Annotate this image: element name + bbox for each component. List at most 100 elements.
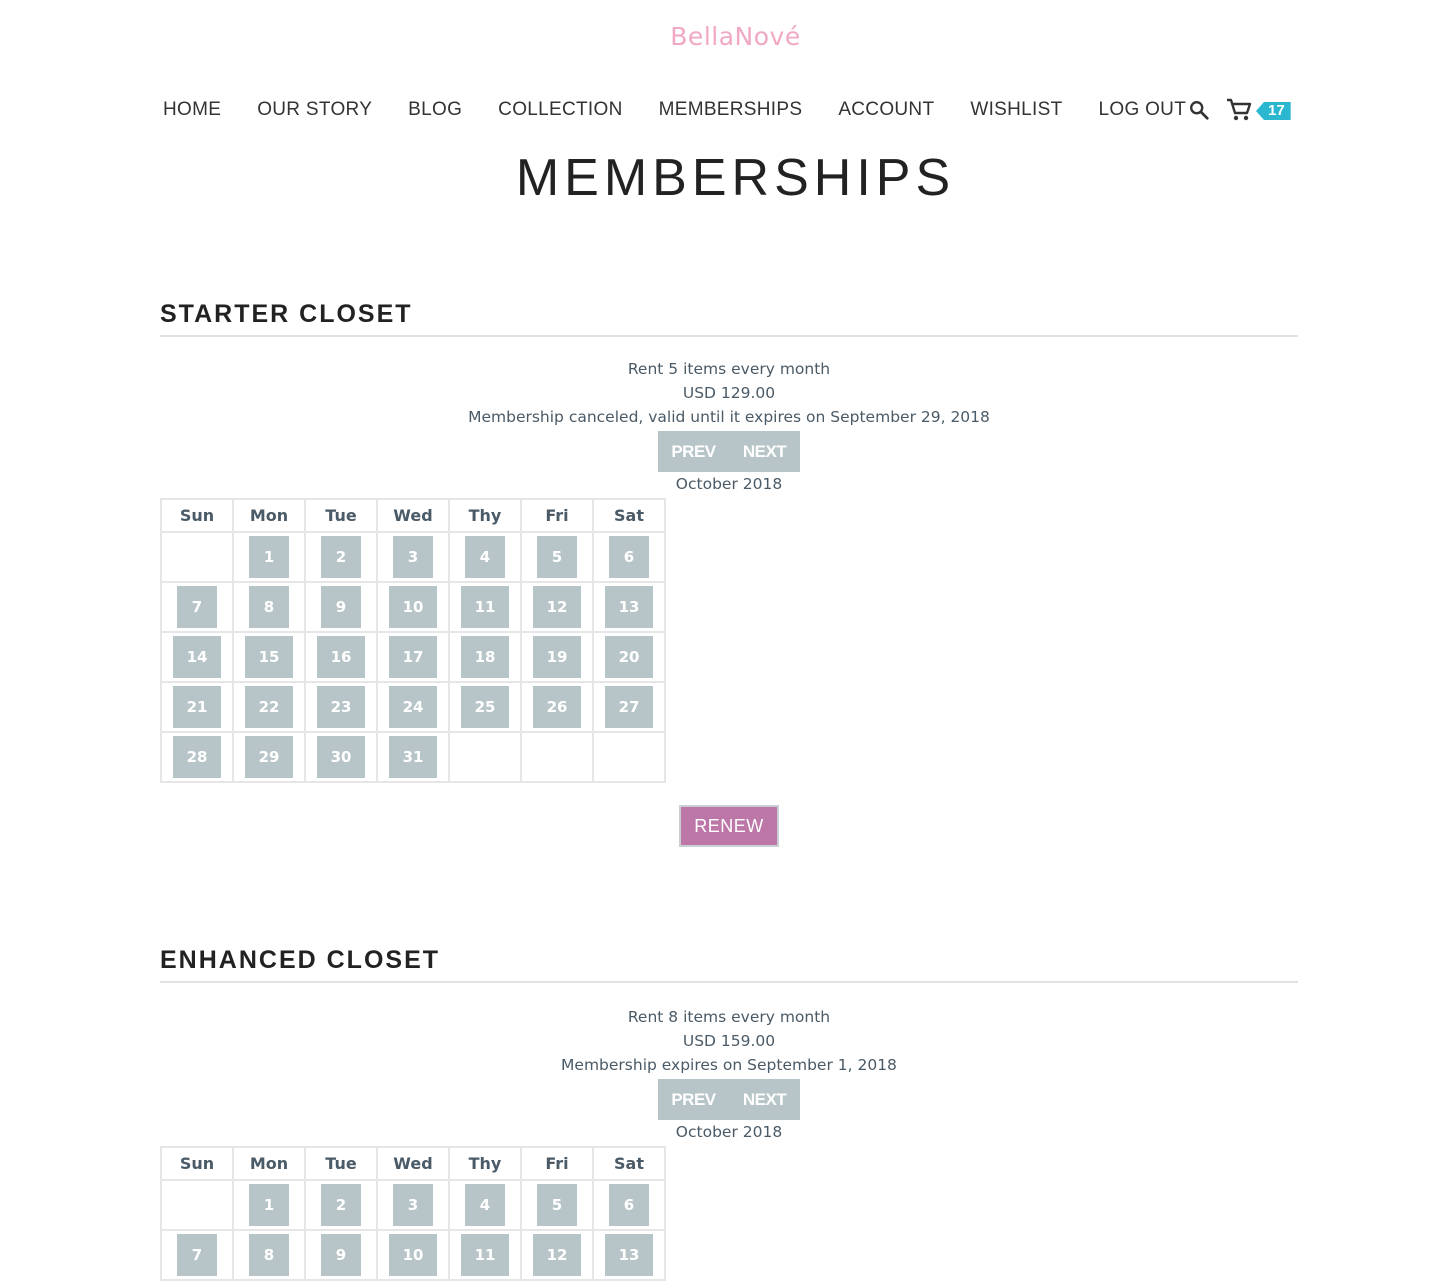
- calendar-cell: [160, 531, 234, 583]
- calendar-day-button[interactable]: 13: [605, 1234, 653, 1276]
- weekday-mon: Mon: [232, 1146, 306, 1181]
- calendar-day-button[interactable]: 9: [321, 1234, 361, 1276]
- nav-home[interactable]: HOME: [163, 99, 221, 121]
- calendar-day-button[interactable]: 22: [245, 686, 293, 728]
- calendar-day-button[interactable]: 31: [389, 736, 437, 778]
- renew-button[interactable]: RENEW: [679, 805, 779, 847]
- calendar-day-button[interactable]: 25: [461, 686, 509, 728]
- calendar-cell: 9: [304, 581, 378, 633]
- calendar-day-button[interactable]: 7: [177, 1234, 217, 1276]
- calendar-day-button[interactable]: 2: [321, 1184, 361, 1226]
- calendar-day-button[interactable]: 16: [317, 636, 365, 678]
- calendar-day-button[interactable]: 1: [249, 1184, 289, 1226]
- calendar-day-button[interactable]: 10: [389, 586, 437, 628]
- calendar-cell: 20: [592, 631, 666, 683]
- calendar-day-button[interactable]: 15: [245, 636, 293, 678]
- nav-collection[interactable]: COLLECTION: [498, 99, 622, 121]
- calendar-cell: 22: [232, 681, 306, 733]
- calendar-day-button[interactable]: 26: [533, 686, 581, 728]
- calendar-cell: 26: [520, 681, 594, 733]
- calendar-cell: 1: [232, 1179, 306, 1231]
- calendar-day-button[interactable]: 20: [605, 636, 653, 678]
- calendar-day-button[interactable]: 3: [393, 1184, 433, 1226]
- month-pager: PREV NEXT: [160, 431, 1298, 472]
- calendar-cell: 30: [304, 731, 378, 783]
- month-pager: PREV NEXT: [160, 1079, 1298, 1120]
- calendar-cell: 3: [376, 531, 450, 583]
- calendar-cell: 10: [376, 581, 450, 633]
- calendar-day-button[interactable]: 30: [317, 736, 365, 778]
- calendar-day-button[interactable]: 18: [461, 636, 509, 678]
- calendar-day-button[interactable]: 11: [461, 586, 509, 628]
- calendar-day-button[interactable]: 8: [249, 586, 289, 628]
- calendar-cell: [592, 731, 666, 783]
- calendar-day-button[interactable]: 19: [533, 636, 581, 678]
- calendar-day-button[interactable]: 4: [465, 536, 505, 578]
- calendar-day-button[interactable]: 2: [321, 536, 361, 578]
- nav-memberships[interactable]: MEMBERSHIPS: [659, 99, 803, 121]
- cart-count-badge[interactable]: 17: [1256, 102, 1291, 120]
- calendar-cell: 25: [448, 681, 522, 733]
- calendar-day-button[interactable]: 4: [465, 1184, 505, 1226]
- calendar-week-row: 28 29 30 31: [160, 731, 666, 783]
- membership-title: STARTER CLOSET: [160, 300, 1298, 337]
- weekday-fri: Fri: [520, 498, 594, 533]
- calendar-cell: [448, 731, 522, 783]
- calendar-week-row: 123456: [160, 1179, 666, 1231]
- membership-items: Rent 5 items every month: [627, 360, 831, 378]
- calendar-month-label: October 2018: [675, 475, 783, 493]
- calendar-day-button[interactable]: 1: [249, 536, 289, 578]
- weekday-tue: Tue: [304, 1146, 378, 1181]
- membership-status: Membership canceled, valid until it expi…: [468, 408, 990, 426]
- calendar-day-button[interactable]: 6: [609, 536, 649, 578]
- calendar-day-button[interactable]: 6: [609, 1184, 649, 1226]
- calendar-day-button[interactable]: 7: [177, 586, 217, 628]
- nav-blog[interactable]: BLOG: [408, 99, 462, 121]
- nav-wishlist[interactable]: WISHLIST: [970, 99, 1062, 121]
- prev-month-button[interactable]: PREV: [658, 431, 729, 472]
- calendar-day-button[interactable]: 24: [389, 686, 437, 728]
- calendar-day-button[interactable]: 13: [605, 586, 653, 628]
- calendar-day-button[interactable]: 17: [389, 636, 437, 678]
- next-month-button[interactable]: NEXT: [729, 1079, 800, 1120]
- calendar-day-button[interactable]: 3: [393, 536, 433, 578]
- weekday-wed: Wed: [376, 1146, 450, 1181]
- calendar-day-button[interactable]: 11: [461, 1234, 509, 1276]
- calendar-day-button[interactable]: 28: [173, 736, 221, 778]
- prev-month-button[interactable]: PREV: [658, 1079, 729, 1120]
- calendar-header-row: Sun Mon Tue Wed Thy Fri Sat: [160, 1146, 666, 1181]
- calendar-cell: 19: [520, 631, 594, 683]
- calendar-day-button[interactable]: 12: [533, 1234, 581, 1276]
- membership-starter-closet: STARTER CLOSET Rent 5 items every month …: [160, 300, 1298, 847]
- next-month-button[interactable]: NEXT: [729, 431, 800, 472]
- nav-our-story[interactable]: OUR STORY: [257, 99, 372, 121]
- calendar-day-button[interactable]: 10: [389, 1234, 437, 1276]
- calendar-cell: 3: [376, 1179, 450, 1231]
- weekday-sat: Sat: [592, 1146, 666, 1181]
- weekday-thu: Thy: [448, 498, 522, 533]
- calendar-day-button[interactable]: 23: [317, 686, 365, 728]
- calendar-day-button[interactable]: 12: [533, 586, 581, 628]
- calendar-day-button[interactable]: 5: [537, 1184, 577, 1226]
- nav-log-out[interactable]: LOG OUT: [1099, 99, 1187, 121]
- calendar-day-button[interactable]: 21: [173, 686, 221, 728]
- calendar-day-button[interactable]: 8: [249, 1234, 289, 1276]
- calendar-day-button[interactable]: 5: [537, 536, 577, 578]
- calendar-cell: 6: [592, 1179, 666, 1231]
- calendar-cell: 5: [520, 1179, 594, 1231]
- calendar-cell: 13: [592, 1229, 666, 1281]
- calendar-day-button[interactable]: 9: [321, 586, 361, 628]
- calendar-day-button[interactable]: 27: [605, 686, 653, 728]
- calendar-week-row: 7 8 9 10 11 12 13: [160, 581, 666, 633]
- site-logo[interactable]: BellaNové: [0, 22, 1438, 51]
- search-icon[interactable]: [1188, 99, 1210, 121]
- cart-icon[interactable]: [1226, 98, 1252, 122]
- calendar-cell: 15: [232, 631, 306, 683]
- calendar-cell: 12: [520, 581, 594, 633]
- calendar-day-button[interactable]: 29: [245, 736, 293, 778]
- calendar-cell: 28: [160, 731, 234, 783]
- nav-account[interactable]: ACCOUNT: [838, 99, 934, 121]
- calendar-day-button[interactable]: 14: [173, 636, 221, 678]
- calendar-cell: 23: [304, 681, 378, 733]
- calendar-cell: 29: [232, 731, 306, 783]
